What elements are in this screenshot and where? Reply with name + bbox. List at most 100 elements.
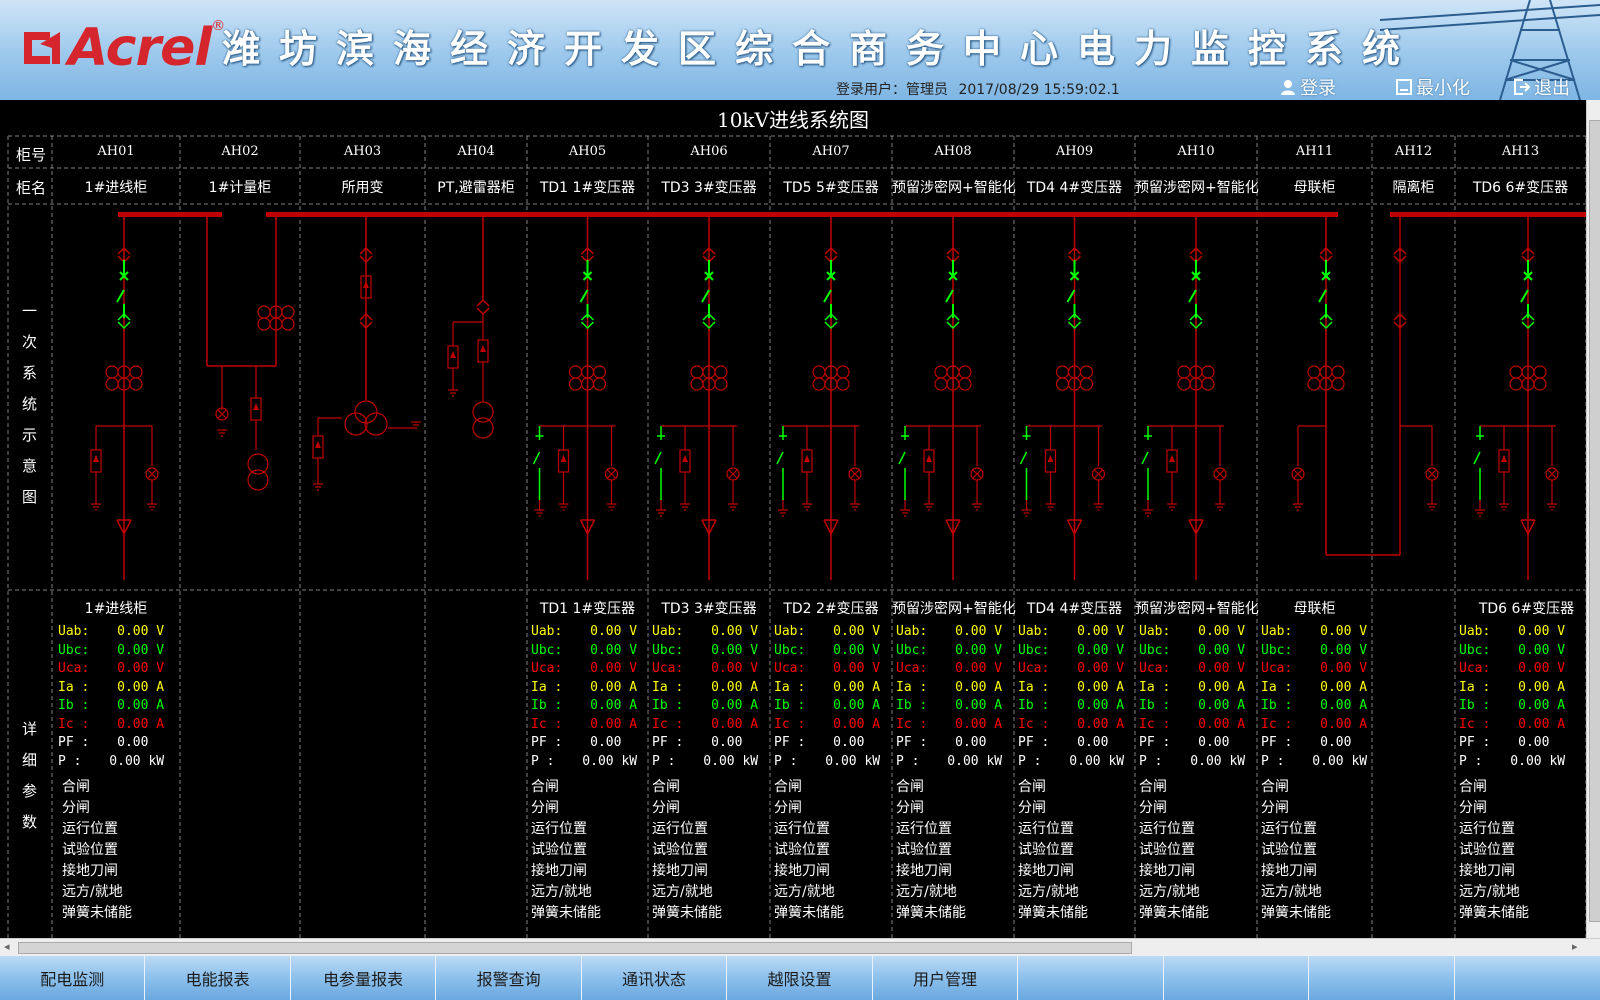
param-value: 0.00 V — [703, 624, 759, 639]
param-label: PF : — [1261, 735, 1293, 750]
param-label: P : — [1261, 753, 1285, 769]
cabinet-no-ah04: AH04 — [457, 144, 495, 159]
param-value: 0.00 A — [703, 698, 759, 713]
horizontal-scrollbar[interactable]: ◂ ▸ — [0, 938, 1600, 957]
minimize-button[interactable]: 最小化 — [1396, 74, 1470, 100]
current-datetime: 2017/08/29 15:59:02.1 — [958, 82, 1120, 98]
cabinet-name-ah09: TD4 4#变压器 — [1026, 180, 1123, 196]
status-ah01-5: 远方/就地 — [62, 884, 123, 900]
param-label: Uca: — [1018, 661, 1050, 676]
param-label: Ib : — [896, 698, 928, 713]
param-value: 0.00 V — [1312, 642, 1368, 658]
param-label: Uca: — [1459, 661, 1491, 676]
param-value: 0.00 V — [582, 624, 638, 639]
param-label: Ia : — [1459, 679, 1491, 695]
cabinet-name-ah11: 母联柜 — [1293, 180, 1336, 196]
cabinet-no-ah02: AH02 — [221, 144, 259, 159]
tab-empty-2[interactable] — [1164, 956, 1310, 1000]
param-label: P : — [774, 753, 798, 769]
param-value: 0.00 kW — [101, 753, 165, 769]
login-button[interactable]: 登录 — [1280, 74, 1336, 100]
tab-alarm-query[interactable]: 报警查询 — [436, 956, 582, 1000]
tab-empty-4[interactable] — [1455, 956, 1600, 1000]
status-ah13-2: 运行位置 — [1459, 821, 1515, 837]
row-header-cabinet-no: 柜号 — [16, 146, 47, 164]
cabinet-no-ah10: AH10 — [1177, 144, 1215, 159]
param-value: 0.00 — [1190, 735, 1230, 750]
tab-empty-1[interactable] — [1018, 956, 1164, 1000]
param-row-ah07-1: Ubc: 0.00 V — [774, 643, 880, 658]
status-ah05-3: 试验位置 — [531, 842, 587, 858]
param-label: Ubc: — [896, 642, 928, 658]
param-row-ah08-2: Uca: 0.00 V — [896, 661, 1002, 676]
param-label: Uab: — [1261, 624, 1293, 639]
param-row-ah06-4: Ib : 0.00 A — [652, 698, 758, 713]
status-ah06-6: 弹簧未储能 — [652, 905, 722, 921]
status-ah13-6: 弹簧未储能 — [1459, 905, 1529, 921]
param-label: Ic : — [58, 716, 90, 732]
param-value: 0.00 V — [109, 642, 165, 658]
param-row-ah01-0: Uab: 0.00 V — [58, 624, 164, 639]
cabinet-name-ah07: TD5 5#变压器 — [783, 180, 879, 196]
param-label: Ic : — [1018, 716, 1050, 732]
param-value: 0.00 — [703, 735, 743, 750]
param-value: 0.00 V — [1069, 624, 1125, 639]
side-label-detail-3: 数 — [22, 813, 38, 831]
status-ah11-2: 运行位置 — [1261, 821, 1317, 837]
diagram-panel: 10kV进线系统图 柜号 柜名一次系统示意图详细参数 AH01 1#进线柜 1#进线柜 U… — [0, 100, 1586, 938]
tab-user-management[interactable]: 用户管理 — [873, 956, 1019, 1000]
param-label: Ia : — [1261, 679, 1293, 695]
param-value: 0.00 V — [825, 624, 881, 639]
status-ah08-0: 合闸 — [896, 779, 924, 795]
tab-parameter-report[interactable]: 电参量报表 — [291, 956, 437, 1000]
param-row-ah08-7: P : 0.00 kW — [896, 754, 1002, 769]
param-value: 0.00 A — [703, 716, 759, 732]
param-label: Uca: — [58, 661, 90, 676]
tab-power-monitoring[interactable]: 配电监测 — [0, 956, 146, 1000]
status-ah11-4: 接地刀闸 — [1261, 863, 1317, 879]
param-title-ah07: TD2 2#变压器 — [783, 601, 879, 617]
tab-empty-3[interactable] — [1309, 956, 1455, 1000]
param-row-ah09-2: Uca: 0.00 V — [1018, 661, 1124, 676]
scroll-right-icon[interactable]: ▸ — [1572, 940, 1578, 953]
param-value: 0.00 V — [1190, 642, 1246, 658]
param-value: 0.00 A — [582, 716, 638, 732]
cabinet-no-ah07: AH07 — [812, 144, 850, 159]
scroll-left-icon[interactable]: ◂ — [4, 940, 10, 953]
param-label: P : — [58, 753, 82, 769]
param-row-ah09-5: Ic : 0.00 A — [1018, 717, 1124, 732]
param-value: 0.00 V — [1312, 661, 1368, 676]
tab-limit-settings[interactable]: 越限设置 — [727, 956, 873, 1000]
tab-energy-report[interactable]: 电能报表 — [145, 956, 291, 1000]
vertical-scrollbar[interactable] — [1586, 100, 1600, 938]
param-row-ah08-4: Ib : 0.00 A — [896, 698, 1002, 713]
app-header: Acrel ® 潍坊滨海经济开发区综合商务中心电力监控系统 登录用户：管理员 2… — [0, 0, 1600, 100]
tab-comm-status[interactable]: 通讯状态 — [582, 956, 728, 1000]
status-ah13-1: 分闸 — [1459, 800, 1487, 816]
cabinet-no-ah01: AH01 — [97, 144, 135, 159]
param-value: 0.00 A — [109, 698, 165, 713]
status-ah07-2: 运行位置 — [774, 821, 830, 837]
status-ah07-5: 远方/就地 — [774, 884, 835, 900]
status-ah10-0: 合闸 — [1139, 779, 1167, 795]
cabinet-no-ah12: AH12 — [1394, 144, 1433, 159]
cabinet-name-ah12: 隔离柜 — [1392, 180, 1435, 196]
param-value: 0.00 V — [947, 661, 1003, 676]
param-row-ah07-3: Ia : 0.00 A — [774, 680, 880, 695]
param-label: Ubc: — [652, 642, 684, 658]
exit-button[interactable]: 退出 — [1514, 74, 1570, 100]
param-row-ah07-5: Ic : 0.00 A — [774, 717, 880, 732]
side-label-primary-2: 系 — [22, 364, 38, 382]
param-row-ah10-7: P : 0.00 kW — [1139, 754, 1245, 769]
horizontal-scroll-thumb[interactable] — [18, 942, 1132, 954]
param-row-ah10-0: Uab: 0.00 V — [1139, 624, 1245, 639]
vertical-scroll-thumb[interactable] — [1589, 120, 1600, 922]
param-value: 0.00 A — [1069, 679, 1125, 695]
param-row-ah09-3: Ia : 0.00 A — [1018, 680, 1124, 695]
diagram-text-layer: 柜号 柜名一次系统示意图详细参数 AH01 1#进线柜 1#进线柜 Uab: 0.00 V… — [0, 100, 1586, 938]
param-label: Uca: — [896, 661, 928, 676]
param-row-ah08-5: Ic : 0.00 A — [896, 717, 1002, 732]
acrel-logo: Acrel ® — [20, 18, 225, 78]
param-row-ah05-6: PF : 0.00 — [531, 735, 621, 750]
side-label-primary-1: 次 — [22, 333, 38, 351]
